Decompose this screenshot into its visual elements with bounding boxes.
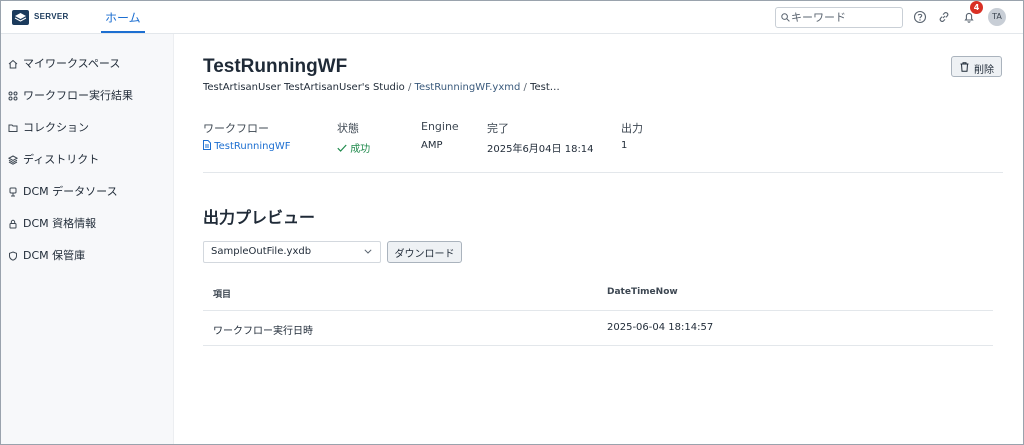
check-icon bbox=[337, 144, 347, 152]
delete-label: 削除 bbox=[974, 65, 994, 76]
layers-icon bbox=[8, 155, 18, 165]
breadcrumb-current: Test… bbox=[530, 82, 560, 93]
column-header-datetimenow[interactable]: DateTimeNow bbox=[607, 287, 678, 297]
trash-icon bbox=[960, 62, 969, 72]
home-icon bbox=[8, 59, 18, 69]
search-input[interactable] bbox=[791, 9, 899, 26]
status-value: 成功 bbox=[337, 140, 370, 155]
breadcrumb: TestArtisanUser TestArtisanUser's Studio… bbox=[203, 82, 560, 93]
label-workflow: ワークフロー bbox=[203, 122, 269, 135]
workflow-link-label: TestRunningWF bbox=[214, 141, 291, 152]
status-text: 成功 bbox=[350, 144, 371, 155]
top-bar: SERVER ホーム 4 TA bbox=[1, 1, 1023, 34]
label-completed: 完了 bbox=[487, 122, 509, 135]
header-divider bbox=[203, 310, 993, 311]
sidebar-item-label: DCM 資格情報 bbox=[23, 217, 97, 230]
lock-icon bbox=[9, 219, 17, 229]
main-content: TestRunningWF TestArtisanUser TestArtisa… bbox=[175, 34, 1023, 444]
breadcrumb-file[interactable]: TestRunningWF.yxmd bbox=[415, 82, 521, 93]
page-title: TestRunningWF bbox=[203, 56, 348, 77]
select-value: SampleOutFile.yxdb bbox=[211, 246, 312, 257]
breadcrumb-separator: / bbox=[404, 82, 415, 93]
column-header-item[interactable]: 項目 bbox=[213, 287, 231, 300]
workflow-link[interactable]: TestRunningWF bbox=[203, 140, 291, 152]
logo-text: SERVER bbox=[34, 12, 69, 21]
sidebar-item-dcm-datasource[interactable]: DCM データソース bbox=[1, 176, 174, 208]
row-divider bbox=[203, 345, 993, 346]
logo-icon[interactable] bbox=[12, 10, 29, 25]
output-file-select[interactable]: SampleOutFile.yxdb bbox=[203, 241, 381, 263]
sidebar-item-workflow-results[interactable]: ワークフロー実行結果 bbox=[1, 80, 174, 112]
breadcrumb-owner[interactable]: TestArtisanUser TestArtisanUser's Studio bbox=[203, 82, 405, 93]
help-icon[interactable] bbox=[913, 10, 927, 24]
breadcrumb-separator: / bbox=[520, 82, 531, 93]
sidebar-item-dcm-vault[interactable]: DCM 保管庫 bbox=[1, 240, 174, 272]
search-icon bbox=[781, 13, 790, 22]
datasource-icon bbox=[9, 187, 17, 197]
link-icon[interactable] bbox=[937, 10, 951, 24]
sidebar-item-label: DCM 保管庫 bbox=[23, 249, 86, 262]
label-engine: Engine bbox=[421, 120, 459, 133]
sidebar-item-collections[interactable]: コレクション bbox=[1, 112, 174, 144]
chevron-down-icon bbox=[364, 249, 372, 254]
label-output: 出力 bbox=[621, 122, 643, 135]
folder-icon bbox=[8, 124, 18, 132]
section-title-output-preview: 出力プレビュー bbox=[203, 208, 316, 227]
sidebar-item-districts[interactable]: ディストリクト bbox=[1, 144, 174, 176]
app-window: SERVER ホーム 4 TA bbox=[0, 0, 1024, 445]
sidebar-item-label: DCM データソース bbox=[23, 185, 118, 198]
sidebar-item-my-workspace[interactable]: マイワークスペース bbox=[1, 48, 174, 80]
sidebar-item-label: コレクション bbox=[23, 121, 89, 134]
search-box[interactable] bbox=[775, 7, 903, 28]
sidebar: マイワークスペース ワークフロー実行結果 コレクション ディストリクト DCM … bbox=[1, 34, 174, 444]
sidebar-item-dcm-credentials[interactable]: DCM 資格情報 bbox=[1, 208, 174, 240]
sidebar-item-label: ワークフロー実行結果 bbox=[23, 89, 133, 102]
label-status: 状態 bbox=[337, 122, 359, 135]
flow-icon bbox=[8, 91, 18, 101]
completed-value: 2025年6月04日 18:14 bbox=[487, 144, 594, 155]
engine-value: AMP bbox=[421, 140, 443, 151]
delete-button[interactable]: 削除 bbox=[951, 56, 1002, 77]
file-icon bbox=[203, 140, 211, 150]
divider bbox=[203, 172, 1003, 173]
avatar[interactable]: TA bbox=[988, 8, 1006, 26]
shield-icon bbox=[9, 251, 17, 261]
sidebar-item-label: ディストリクト bbox=[23, 153, 100, 166]
output-value: 1 bbox=[621, 140, 628, 151]
notification-badge: 4 bbox=[970, 1, 983, 14]
download-button[interactable]: ダウンロード bbox=[387, 241, 462, 263]
table-cell: ワークフロー実行日時 bbox=[213, 326, 313, 337]
tab-home[interactable]: ホーム bbox=[101, 1, 145, 33]
table-cell: 2025-06-04 18:14:57 bbox=[607, 322, 714, 333]
sidebar-item-label: マイワークスペース bbox=[23, 57, 121, 70]
